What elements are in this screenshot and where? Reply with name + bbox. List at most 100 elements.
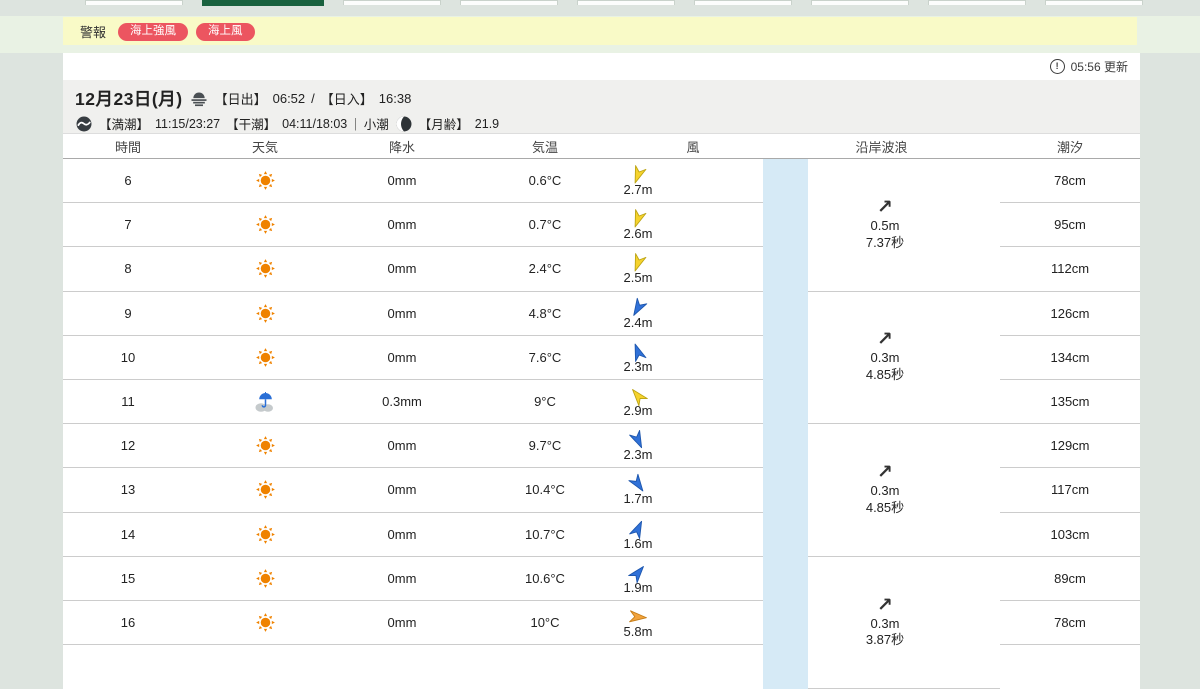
warning-bar: 警報 海上強風 海上風 — [63, 17, 1137, 45]
warning-pills: 海上強風 海上風 — [118, 21, 263, 42]
tide-cell: 117cm — [1000, 468, 1140, 513]
wave-direction-icon: ↗ — [877, 594, 893, 616]
time-cell: 9 — [63, 292, 193, 336]
weather-sunny-icon — [193, 424, 337, 469]
nav-tab[interactable] — [694, 0, 792, 5]
warning-badge[interactable]: 海上風 — [196, 22, 255, 42]
wind-cell: 2.4m — [623, 292, 763, 336]
partial-row-cell — [63, 645, 193, 689]
moon-icon — [395, 115, 413, 133]
time-cell: 15 — [63, 557, 193, 601]
precip-cell: 0mm — [337, 424, 467, 469]
sunset-label: 【日入】 — [320, 92, 373, 107]
wave-info: ↗ 0.3m 4.85秒 — [866, 330, 904, 384]
sunrise-icon — [189, 89, 209, 109]
temp-cell: 9°C — [467, 380, 623, 425]
weather-sunny-icon — [193, 336, 337, 380]
wind-direction-arrow: 1.6m — [624, 519, 652, 550]
time-cell: 11 — [63, 380, 193, 425]
nav-tab-active[interactable] — [202, 0, 324, 6]
wind-cell: 1.7m — [623, 468, 763, 513]
wave-height: 0.5m — [870, 217, 900, 233]
wave-height: 0.3m — [870, 350, 900, 366]
weather-rain-icon — [193, 380, 337, 425]
wave-info: ↗ 0.3m 4.85秒 — [866, 463, 904, 517]
tide-cell: 89cm — [1000, 557, 1140, 601]
time-cell: 13 — [63, 468, 193, 513]
nav-tab[interactable] — [460, 0, 558, 5]
nav-tab[interactable] — [811, 0, 909, 5]
browser-tabstrip — [0, 0, 1200, 6]
wave-band — [763, 159, 808, 689]
moon-age-label: 【月齢】 — [418, 118, 469, 132]
wind-cell: 2.3m — [623, 336, 763, 380]
weather-sunny-icon — [193, 468, 337, 513]
tide-cell: 103cm — [1000, 513, 1140, 557]
wave-info: ↗ 0.3m 3.87秒 — [866, 596, 904, 650]
precip-cell: 0mm — [337, 247, 467, 292]
tide-cell: 129cm — [1000, 424, 1140, 469]
wind-direction-arrow: 2.5m — [624, 253, 652, 284]
temp-cell: 10°C — [467, 601, 623, 646]
temp-cell: 7.6°C — [467, 336, 623, 380]
wind-cell: 2.6m — [623, 203, 763, 248]
tide-divider: ｜ — [349, 118, 362, 132]
nav-tab[interactable] — [85, 0, 183, 5]
weather-sunny-icon — [193, 292, 337, 336]
partial-row-cell — [1000, 645, 1140, 689]
precip-cell: 0mm — [337, 292, 467, 336]
partial-row-cell — [623, 645, 763, 689]
column-header: 沿岸波浪 — [763, 134, 1000, 159]
temp-cell: 9.7°C — [467, 424, 623, 469]
nav-tab[interactable] — [1045, 0, 1143, 5]
wave-height: 0.3m — [870, 615, 900, 631]
wave-period: 4.85秒 — [865, 499, 905, 515]
precip-cell: 0.3mm — [337, 380, 467, 425]
precip-cell: 0mm — [337, 468, 467, 513]
date-title: 12月23日(月) — [75, 89, 183, 109]
wind-cell: 2.9m — [623, 380, 763, 425]
wave-height: 0.3m — [870, 483, 900, 499]
weather-sunny-icon — [193, 203, 337, 248]
time-cell: 8 — [63, 247, 193, 292]
wind-direction-arrow: 2.3m — [624, 430, 652, 461]
wind-direction-arrow: 5.8m — [624, 607, 652, 638]
content-panel: ! 05:56 更新 12月23日(月) 【日出】 06:52 / 【日入】 16:… — [63, 53, 1140, 689]
wind-direction-arrow: 1.9m — [624, 563, 652, 594]
tide-wave-icon — [75, 115, 93, 133]
precip-cell: 0mm — [337, 513, 467, 557]
nav-tab[interactable] — [928, 0, 1026, 5]
column-header: 潮汐 — [1000, 134, 1140, 159]
wind-cell: 1.9m — [623, 557, 763, 601]
column-header: 天気 — [193, 134, 337, 159]
tide-phase: 小潮 — [363, 118, 389, 132]
wave-period: 7.37秒 — [865, 234, 905, 250]
wind-cell: 1.6m — [623, 513, 763, 557]
sun-separator: / — [311, 91, 315, 106]
time-cell: 14 — [63, 513, 193, 557]
sunset-time: 16:38 — [378, 91, 412, 106]
wave-group-cell: ↗ 0.5m 7.37秒 — [808, 159, 1000, 292]
warning-badge[interactable]: 海上強風 — [118, 22, 189, 42]
wave-info: ↗ 0.5m 7.37秒 — [866, 198, 904, 252]
high-tide-times: 11:15/23:27 — [155, 116, 221, 131]
precip-cell: 0mm — [337, 203, 467, 248]
nav-tab[interactable] — [343, 0, 441, 5]
tide-cell: 134cm — [1000, 336, 1140, 380]
wave-direction-icon: ↗ — [877, 329, 893, 351]
precip-cell: 0mm — [337, 557, 467, 601]
wind-direction-arrow: 2.7m — [624, 165, 652, 196]
partial-row-cell — [467, 645, 623, 689]
temp-cell: 2.4°C — [467, 247, 623, 292]
wave-group-cell: ↗ 0.3m 3.87秒 — [808, 557, 1000, 689]
tide-cell: 112cm — [1000, 247, 1140, 292]
column-header: 風 — [623, 134, 763, 159]
precip-cell: 0mm — [337, 159, 467, 204]
updated-time: 05:56 更新 — [1070, 59, 1128, 74]
wave-direction-icon: ↗ — [877, 462, 893, 484]
wind-direction-arrow: 1.7m — [624, 474, 652, 505]
nav-tab[interactable] — [577, 0, 675, 5]
wind-cell: 2.3m — [623, 424, 763, 469]
weather-sunny-icon — [193, 159, 337, 204]
partial-row-cell — [193, 645, 337, 689]
